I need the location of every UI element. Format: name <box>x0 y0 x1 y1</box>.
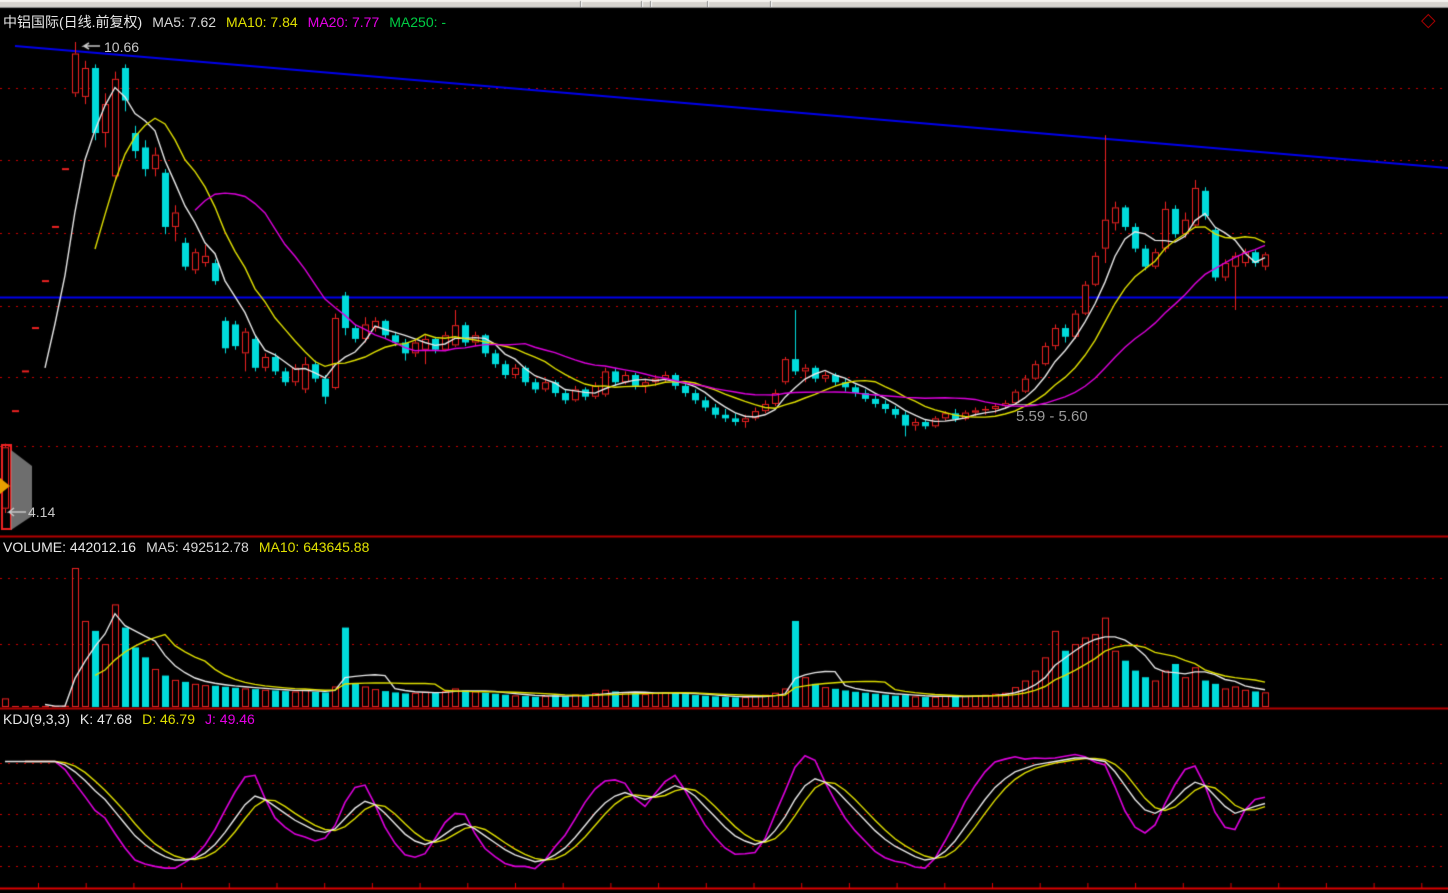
legend-item: MA10: 643645.88 <box>259 539 370 555</box>
price-range-label: 5.59 - 5.60 <box>1016 408 1088 425</box>
main-chart-legend: 中铝国际(日线.前复权) MA5: 7.62 MA10: 7.84 MA20: 7.7… <box>3 12 456 32</box>
price-low-marker: 4.14 <box>28 504 55 520</box>
legend-item: MA5: 492512.78 <box>146 539 249 555</box>
legend-item: J: 49.46 <box>205 711 255 727</box>
stock-chart-canvas[interactable] <box>0 0 1448 893</box>
legend-item: K: 47.68 <box>80 711 132 727</box>
legend-item: MA5: 7.62 <box>152 14 216 30</box>
diamond-drawing-marker[interactable]: ◇ <box>1421 11 1436 30</box>
legend-item: 中铝国际(日线.前复权) <box>3 14 142 30</box>
legend-item: MA250: - <box>389 14 446 30</box>
legend-item: D: 46.79 <box>142 711 195 727</box>
price-high-marker: 10.66 <box>104 39 139 55</box>
volume-legend: VOLUME: 442012.16 MA5: 492512.78 MA10: 643… <box>3 539 379 555</box>
legend-item: MA20: 7.77 <box>308 14 380 30</box>
legend-item: KDJ(9,3,3) <box>3 711 70 727</box>
legend-item: VOLUME: 442012.16 <box>3 539 136 555</box>
legend-item: MA10: 7.84 <box>226 14 298 30</box>
stock-app-screen: 中铝国际(日线.前复权) MA5: 7.62 MA10: 7.84 MA20: 7.7… <box>0 0 1448 893</box>
kdj-legend: KDJ(9,3,3) K: 47.68 D: 46.79 J: 49.46 <box>3 711 265 727</box>
